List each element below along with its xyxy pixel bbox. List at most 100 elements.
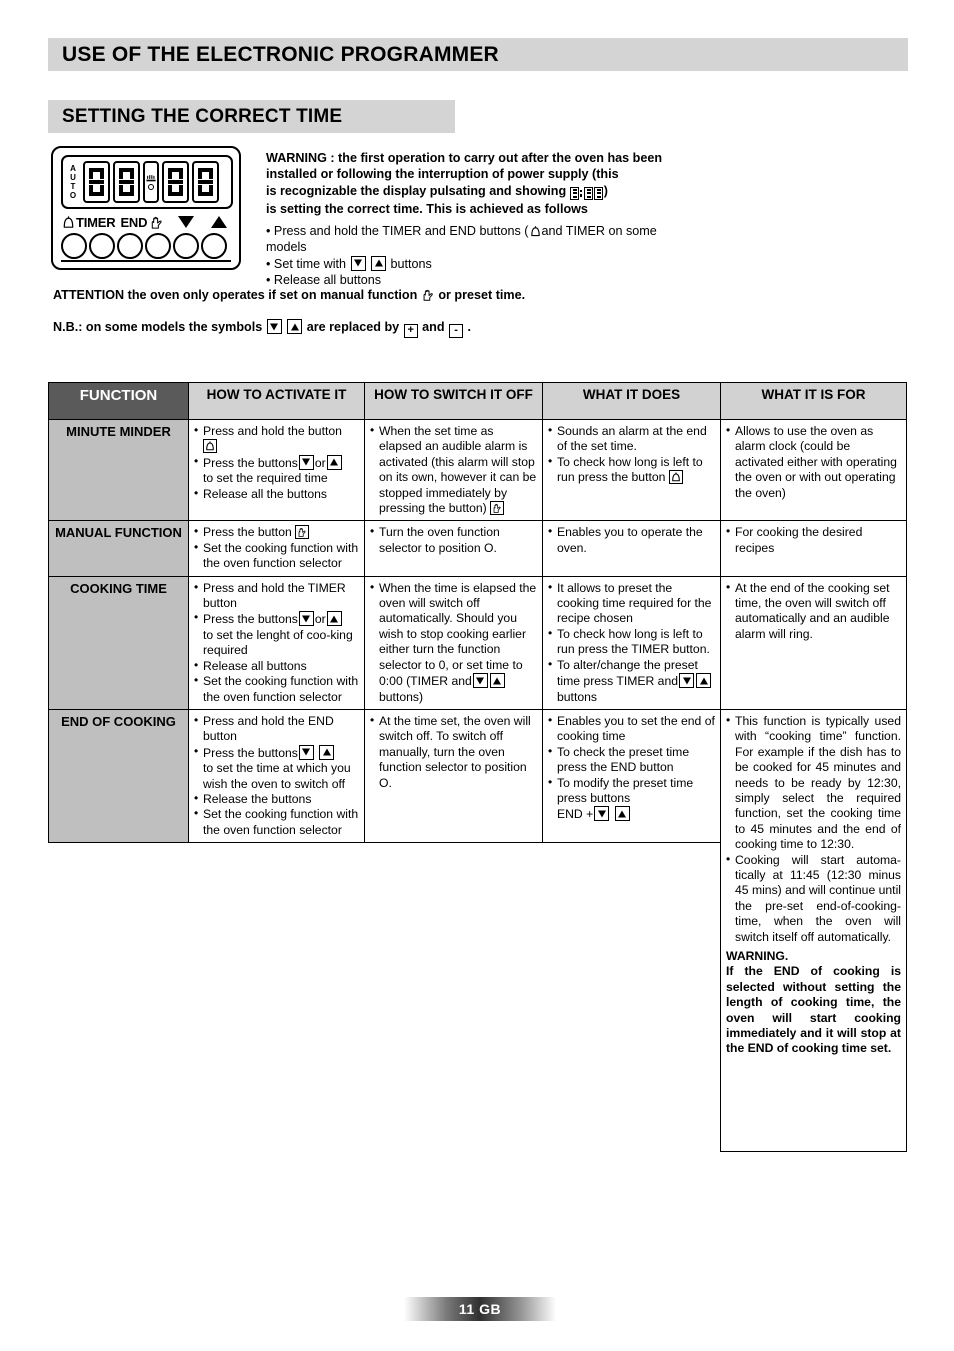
seven-segment-digit-2: [113, 161, 140, 203]
list-item: This function is typically used with “co…: [726, 713, 901, 853]
table-row-cooking-time: COOKING TIME Press and hold the TIMER bu…: [48, 575, 907, 710]
list-item: Cooking will start automa-tically at 11:…: [726, 852, 901, 945]
step-text: Set the cooking function with the oven f…: [203, 540, 359, 571]
warning-step-1-text-c: models: [266, 240, 307, 255]
table-row-end-of-cooking: END OF COOKING Press and hold the END bu…: [48, 708, 907, 1152]
auto-letter-o: O: [69, 191, 77, 200]
up-button-icon: [326, 454, 342, 470]
page-footer: 11 GB: [404, 1297, 556, 1321]
sub-heading-text: SETTING THE CORRECT TIME: [62, 105, 343, 127]
panel-button-3[interactable]: [117, 233, 143, 259]
seven-segment-digit-3: [162, 161, 189, 203]
list-item: Release all buttons: [194, 658, 359, 674]
hand-button-icon: [490, 501, 505, 516]
bell-icon: [63, 215, 74, 228]
warning-bold-paragraph: WARNING : the first operation to carry o…: [266, 150, 916, 217]
step-text: Press the buttons: [203, 612, 298, 627]
step-text: Enables you to set the end of cooking ti…: [557, 713, 715, 744]
step-text: Press the buttons: [203, 745, 298, 760]
up-button-icon: [614, 806, 630, 822]
auto-letter-a: A: [70, 164, 76, 173]
step-text-cont: to set the lenght of coo-king required: [203, 627, 353, 658]
list-item: At the end of the cooking set time, the …: [726, 580, 901, 643]
list-item: Press the buttonsorto set the required t…: [194, 454, 359, 487]
panel-button-5[interactable]: [173, 233, 199, 259]
list-item: Release all the buttons: [194, 486, 359, 502]
header-function: FUNCTION: [48, 382, 189, 420]
cell-does-minute-minder: Sounds an alarm at the end of the set ti…: [542, 418, 721, 522]
row-name-manual-function: MANUAL FUNCTION: [48, 520, 189, 577]
step-text: Sounds an alarm at the end of the set ti…: [557, 424, 707, 454]
list-item: Enables you to operate the oven.: [548, 524, 715, 556]
down-button-icon: [472, 673, 488, 689]
step-text: At the end of the cooking set time, the …: [735, 580, 890, 641]
down-button-icon: [679, 673, 695, 689]
cell-for-cooking-time: At the end of the cooking set time, the …: [720, 575, 907, 710]
up-button-icon: [371, 255, 387, 271]
cell-switchoff-minute-minder: When the set time as elapsed an audible …: [364, 418, 543, 522]
warning-line-2: installed or following the interruption …: [266, 167, 619, 182]
cell-activate-manual-function: Press the button Set the cooking functio…: [188, 520, 365, 577]
display-pulsing-value-icon: [570, 185, 604, 201]
heating-indicator-icon: [143, 161, 159, 203]
step-text: This function is typically used with “co…: [735, 713, 901, 852]
plus-button-icon: +: [403, 324, 418, 338]
list-item: To check how long is left to run press t…: [548, 454, 715, 486]
panel-button-2[interactable]: [89, 233, 115, 259]
step-text-cont: END +: [557, 807, 594, 822]
panel-button-4[interactable]: [145, 233, 171, 259]
list-item: Press and hold the END button: [194, 713, 359, 745]
minus-button-icon: -: [449, 324, 464, 338]
list-item: To check the preset time press the END b…: [548, 744, 715, 776]
warning-step-1-text-b: and TIMER on some: [541, 224, 657, 239]
attention-pre: ATTENTION the oven only operates if set …: [53, 288, 418, 302]
step-text: To check the preset time press the END b…: [557, 744, 690, 775]
spacer-cell-2: [189, 843, 365, 1152]
list-item: To alter/change the preset time press TI…: [548, 657, 715, 705]
programmer-display-screen: A U T O: [61, 155, 233, 209]
spacer-cell-1: [49, 843, 189, 1152]
nb-note: N.B.: on some models the symbols are rep…: [53, 319, 471, 338]
list-item: When the set time as elapsed an audible …: [370, 423, 537, 516]
triangle-up-icon: [211, 216, 228, 228]
warning-line-3-post: ): [603, 183, 608, 198]
list-item: Press the buttonsorto set the lenght of …: [194, 610, 359, 658]
step-text: Set the cooking function with the oven f…: [203, 674, 359, 704]
list-item: Press the buttons to set the time at whi…: [194, 744, 359, 792]
cell-switchoff-end-of-cooking: At the time set, the oven will switch of…: [364, 708, 543, 844]
header-how-to-switch-off: HOW TO SWITCH IT OFF: [364, 382, 543, 420]
warning-line-1: WARNING : the first operation to carry o…: [266, 151, 663, 165]
warning-block: WARNING : the first operation to carry o…: [266, 150, 916, 288]
warning-step-2-post: buttons: [390, 256, 432, 271]
step-text: Release all buttons: [203, 658, 307, 673]
programmer-panel-illustration: A U T O TIMER END: [51, 146, 241, 270]
list-item: It allows to preset the cooking time req…: [548, 580, 715, 627]
step-text-cont: buttons: [557, 689, 597, 704]
step-text: Enables you to operate the oven.: [557, 525, 703, 555]
step-text: Cooking will start automa-tically at 11:…: [735, 852, 901, 944]
spacer-cell-4: [543, 843, 721, 1152]
list-item: To modify the preset time press buttons E…: [548, 775, 715, 823]
list-item: Enables you to set the end of cooking ti…: [548, 713, 715, 745]
step-text: Allows to use the oven as alarm clock (c…: [735, 424, 897, 500]
cell-activate-minute-minder: Press and hold the button Press the butt…: [188, 418, 365, 522]
down-button-icon: [350, 255, 366, 271]
step-text: Turn the oven function selector to posit…: [379, 525, 500, 555]
warning-line-3: is recognizable the display pulsating an…: [266, 183, 916, 201]
list-item: When the time is elapsed the oven will s…: [370, 580, 537, 705]
step-text: To check how long is left to run press t…: [557, 626, 710, 657]
step-text: Press and hold the button: [203, 424, 342, 438]
up-button-icon: [326, 611, 342, 627]
function-table: FUNCTION HOW TO ACTIVATE IT HOW TO SWITC…: [48, 382, 907, 1152]
row-name-minute-minder: MINUTE MINDER: [48, 418, 189, 522]
panel-button-6[interactable]: [201, 233, 227, 259]
panel-button-1[interactable]: [61, 233, 87, 259]
auto-letter-t: T: [70, 182, 76, 191]
row-name-cooking-time: COOKING TIME: [48, 575, 189, 710]
warning-step-2-pre: Set time with: [273, 256, 347, 271]
cell-switchoff-cooking-time: When the time is elapsed the oven will s…: [364, 575, 543, 710]
nb-post: .: [467, 320, 472, 334]
list-item: At the time set, the oven will switch of…: [370, 713, 537, 791]
warning-step-1-text-a: Press and hold the TIMER and END buttons…: [273, 224, 529, 239]
end-of-cooking-warning-body: If the END of cooking is selected withou…: [726, 964, 901, 1056]
